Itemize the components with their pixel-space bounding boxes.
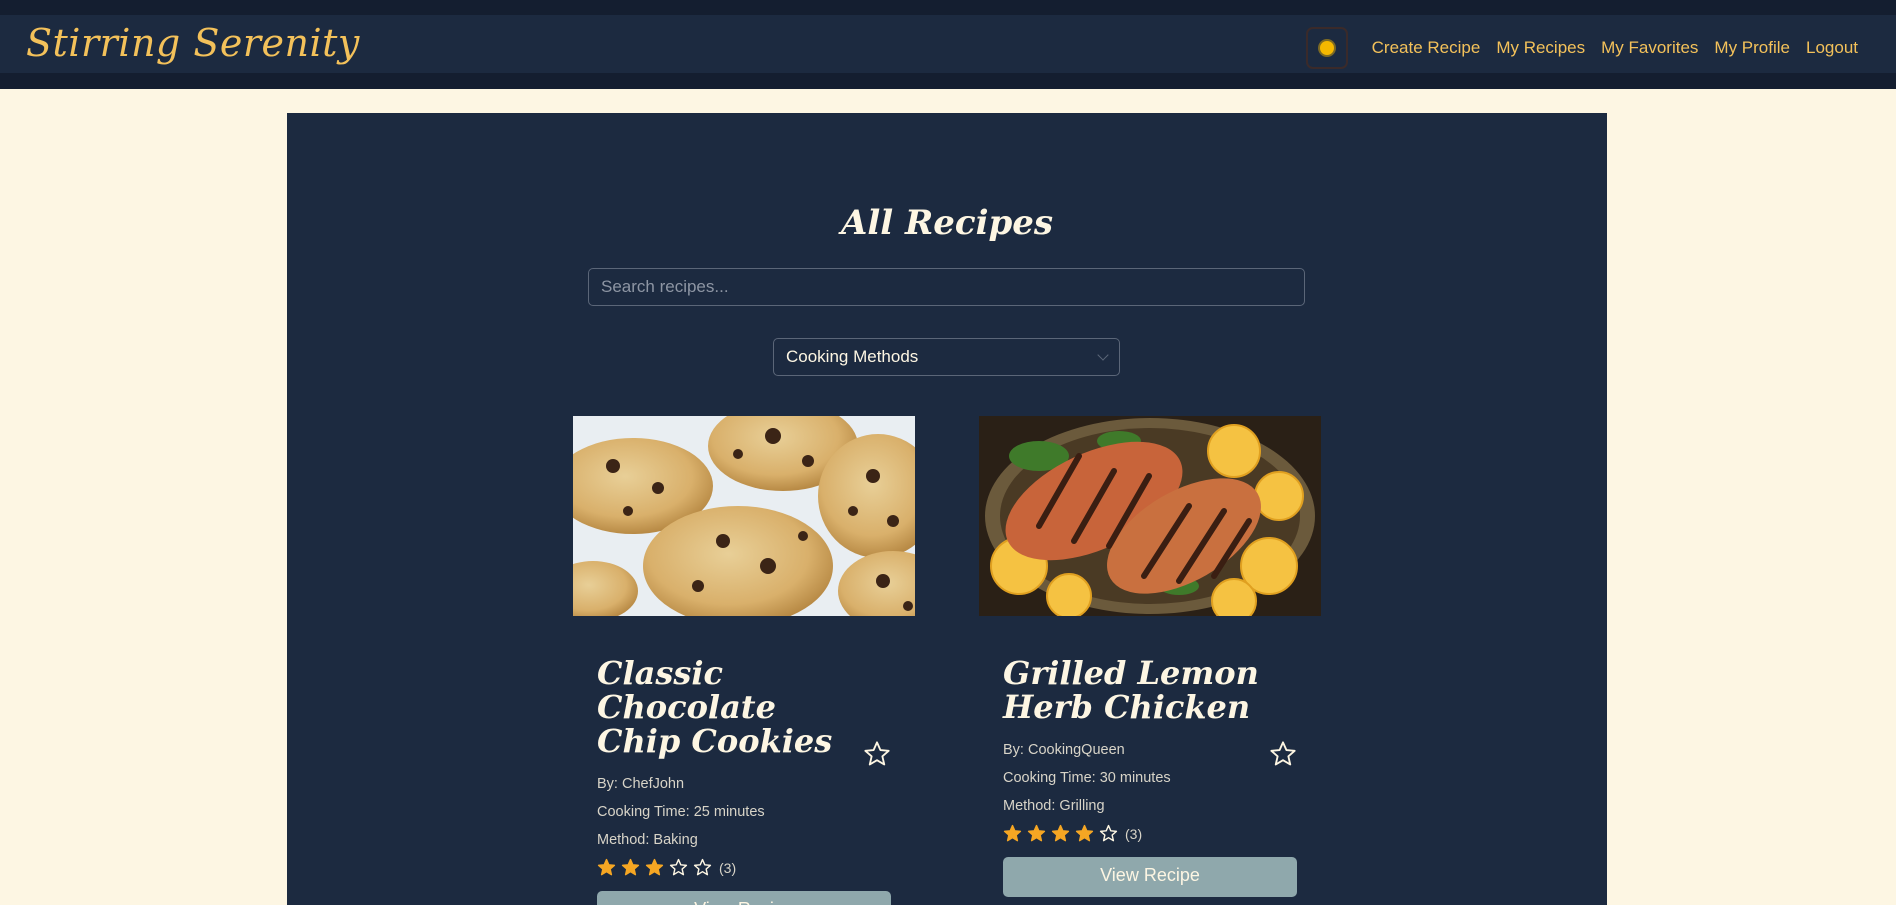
view-recipe-button[interactable]: View Recipe: [597, 891, 891, 905]
star-empty-icon: [693, 858, 712, 876]
recipe-card-body: Grilled Lemon Herb Chicken By: CookingQu…: [979, 656, 1321, 897]
recipe-title[interactable]: Classic Chocolate Chip Cookies: [597, 656, 867, 758]
recipe-cooking-time: Cooking Time: 30 minutes: [1003, 770, 1171, 786]
rating-count: (3): [719, 859, 737, 876]
page-title: All Recipes: [840, 203, 1054, 243]
select-value: Cooking Methods: [786, 347, 919, 366]
brand-logo[interactable]: Stirring Serenity: [26, 21, 360, 65]
navbar: Stirring Serenity Create Recipe My Recip…: [0, 15, 1896, 73]
nav-my-favorites[interactable]: My Favorites: [1601, 38, 1698, 58]
star-filled-icon: [597, 858, 616, 876]
recipe-title[interactable]: Grilled Lemon Herb Chicken: [1003, 656, 1273, 724]
favorite-star-icon[interactable]: [1269, 740, 1297, 768]
star-empty-icon: [669, 858, 688, 876]
view-recipe-button[interactable]: View Recipe: [1003, 857, 1297, 897]
recipe-rating: (3): [597, 858, 891, 877]
recipe-method: Method: Grilling: [1003, 798, 1105, 814]
rating-count: (3): [1125, 825, 1143, 842]
nav-my-profile[interactable]: My Profile: [1714, 38, 1790, 58]
nav-links: Create Recipe My Recipes My Favorites My…: [1305, 27, 1858, 69]
recipes-panel: All Recipes Cooking Methods: [287, 113, 1607, 905]
navbar-bottom-strip: [0, 73, 1896, 89]
top-strip: [0, 0, 1896, 15]
nav-logout[interactable]: Logout: [1806, 38, 1858, 58]
sun-icon: [1319, 41, 1334, 55]
favorite-star-icon[interactable]: [863, 740, 891, 768]
star-filled-icon: [1051, 824, 1070, 842]
star-filled-icon: [1075, 824, 1094, 842]
nav-my-recipes[interactable]: My Recipes: [1496, 38, 1585, 58]
star-empty-icon: [1099, 824, 1118, 842]
star-filled-icon: [1003, 824, 1022, 842]
star-filled-icon: [1027, 824, 1046, 842]
nav-create-recipe[interactable]: Create Recipe: [1372, 38, 1481, 58]
star-filled-icon: [645, 858, 664, 876]
recipe-cooking-time: Cooking Time: 25 minutes: [597, 804, 765, 820]
recipe-image-cookies: [573, 416, 915, 616]
search-input[interactable]: [588, 268, 1305, 306]
recipe-card-body: Classic Chocolate Chip Cookies By: ChefJ…: [573, 656, 915, 905]
cooking-method-select[interactable]: Cooking Methods: [773, 338, 1120, 376]
theme-toggle-button[interactable]: [1305, 27, 1348, 69]
recipe-card: Classic Chocolate Chip Cookies By: ChefJ…: [573, 416, 915, 905]
recipe-author: By: CookingQueen: [1003, 742, 1125, 758]
recipe-method: Method: Baking: [597, 832, 698, 848]
chevron-down-icon: [1097, 349, 1109, 361]
recipe-rating: (3): [1003, 824, 1297, 843]
recipe-author: By: ChefJohn: [597, 776, 685, 792]
recipe-card: Grilled Lemon Herb Chicken By: CookingQu…: [979, 416, 1321, 905]
recipe-image-chicken: [979, 416, 1321, 616]
star-filled-icon: [621, 858, 640, 876]
